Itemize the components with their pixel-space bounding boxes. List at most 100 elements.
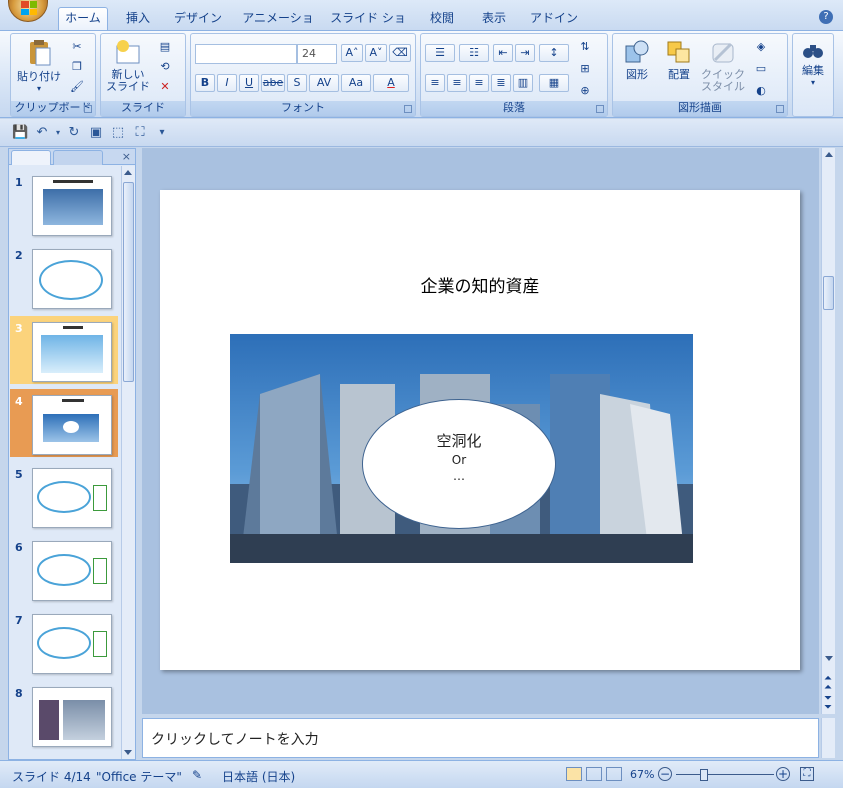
shadow-button[interactable]: S <box>287 74 307 92</box>
scroll-thumb[interactable] <box>123 182 134 382</box>
slide-title[interactable]: 企業の知的資産 <box>160 272 800 297</box>
copy-icon[interactable]: ❐ <box>67 58 87 76</box>
font-color-button[interactable]: A <box>373 74 409 92</box>
arrange-button[interactable]: 配置 <box>659 38 699 81</box>
slideshow-view-icon[interactable] <box>606 767 622 781</box>
tab-view[interactable]: 表示 <box>476 8 512 30</box>
notes-scrollbar[interactable] <box>821 718 835 758</box>
group-objects-icon[interactable]: ⛶ <box>132 125 148 141</box>
save-icon[interactable]: 💾 <box>12 125 28 141</box>
slide-thumb-4[interactable]: 4 <box>10 389 118 457</box>
help-icon[interactable]: ? <box>819 10 833 24</box>
text-direction-icon[interactable]: ⇅ <box>575 38 595 56</box>
font-name-field[interactable] <box>195 44 297 64</box>
change-case-button[interactable]: Aa <box>341 74 371 92</box>
slide-thumb-8[interactable]: 8 <box>10 681 118 749</box>
paste-button[interactable]: 貼り付け ▾ <box>17 38 61 95</box>
language-indicator[interactable]: 日本語 (日本) <box>222 768 295 785</box>
notes-pane[interactable]: クリックしてノートを入力 <box>142 718 819 758</box>
scroll-up-icon[interactable] <box>825 152 833 157</box>
strikethrough-button[interactable]: abe <box>261 74 285 92</box>
align-right-icon[interactable]: ≡ <box>469 74 489 92</box>
scroll-up-icon[interactable] <box>124 170 132 175</box>
align-left-icon[interactable]: ≡ <box>425 74 445 92</box>
shrink-font-icon[interactable]: A˅ <box>365 44 387 62</box>
slides-tab-icon[interactable] <box>11 150 51 165</box>
office-button[interactable] <box>8 0 48 22</box>
slide-thumb-3[interactable]: 3 <box>10 316 118 384</box>
close-panel-icon[interactable]: × <box>122 150 131 163</box>
spellcheck-icon[interactable]: ✎ <box>192 768 202 782</box>
distribute-icon[interactable]: ▥ <box>513 74 533 92</box>
editing-button[interactable]: 編集 ▾ <box>795 40 831 89</box>
undo-dropdown-icon[interactable]: ▾ <box>50 125 66 141</box>
quick-styles-button[interactable]: クイック スタイル <box>701 38 745 93</box>
textbox-icon[interactable]: ▣ <box>88 125 104 141</box>
line-spacing-icon[interactable]: ↕ <box>539 44 569 62</box>
theme-name[interactable]: "Office テーマ" <box>96 768 182 785</box>
cut-icon[interactable]: ✂ <box>67 38 87 56</box>
shape-outline-icon[interactable]: ▭ <box>751 60 771 78</box>
clear-format-icon[interactable]: ⌫ <box>389 44 411 62</box>
decrease-indent-icon[interactable]: ⇤ <box>493 44 513 62</box>
select-icon[interactable]: ⬚ <box>110 125 126 141</box>
slide-thumb-7[interactable]: 7 <box>10 608 118 676</box>
zoom-in-icon[interactable]: + <box>776 767 790 781</box>
delete-slide-icon[interactable]: ✕ <box>155 78 175 96</box>
tab-home[interactable]: ホーム <box>58 7 108 31</box>
bold-button[interactable]: B <box>195 74 215 92</box>
slide-thumb-5[interactable]: 5 <box>10 462 118 530</box>
shape-fill-icon[interactable]: ◈ <box>751 38 771 56</box>
italic-button[interactable]: I <box>217 74 237 92</box>
shape-effects-icon[interactable]: ◐ <box>751 82 771 100</box>
underline-button[interactable]: U <box>239 74 259 92</box>
grow-font-icon[interactable]: A˄ <box>341 44 363 62</box>
next-slide-icon[interactable]: ⏷ ⏷ <box>824 694 832 713</box>
customize-qat-icon[interactable]: ▾ <box>154 125 170 141</box>
tab-review[interactable]: 校閲 <box>424 8 460 30</box>
scroll-down-icon[interactable] <box>825 656 833 661</box>
align-text-icon[interactable]: ⊞ <box>575 60 595 78</box>
slide-sorter-icon[interactable] <box>586 767 602 781</box>
undo-icon[interactable]: ↶ <box>34 125 50 141</box>
layout-icon[interactable]: ▤ <box>155 38 175 56</box>
redo-icon[interactable]: ↻ <box>66 125 82 141</box>
tab-addins[interactable]: アドイン <box>528 8 580 30</box>
paragraph-launcher-icon[interactable] <box>596 105 604 113</box>
numbering-icon[interactable]: ☷ <box>459 44 489 62</box>
scroll-thumb[interactable] <box>823 276 834 310</box>
slide-editor-scrollbar[interactable]: ⏶ ⏶ ⏷ ⏷ <box>821 148 835 714</box>
tab-slideshow[interactable]: スライド ショー <box>330 8 406 45</box>
zoom-slider[interactable] <box>676 774 774 775</box>
format-painter-icon[interactable]: 🖌 <box>67 78 87 96</box>
reset-icon[interactable]: ⟲ <box>155 58 175 76</box>
increase-indent-icon[interactable]: ⇥ <box>515 44 535 62</box>
font-size-field[interactable]: 24 <box>297 44 337 64</box>
zoom-level[interactable]: 67% <box>630 768 654 781</box>
clipboard-launcher-icon[interactable] <box>84 105 92 113</box>
current-slide[interactable]: 企業の知的資産 空洞化 Or … <box>160 190 800 670</box>
smartart-icon[interactable]: ⊕ <box>575 82 595 100</box>
buildings-photo[interactable]: 空洞化 Or … <box>230 334 693 563</box>
justify-icon[interactable]: ≣ <box>491 74 511 92</box>
slide-thumb-1[interactable]: 1 <box>10 170 118 238</box>
tab-design[interactable]: デザイン <box>172 8 224 30</box>
shapes-button[interactable]: 図形 <box>617 38 657 81</box>
tab-insert[interactable]: 挿入 <box>120 8 156 30</box>
outline-tab-icon[interactable] <box>53 150 103 165</box>
normal-view-icon[interactable] <box>566 767 582 781</box>
slide-thumb-6[interactable]: 6 <box>10 535 118 603</box>
zoom-out-icon[interactable]: − <box>658 767 672 781</box>
previous-slide-icon[interactable]: ⏶ ⏶ <box>824 674 832 693</box>
slides-panel-scrollbar[interactable] <box>121 166 135 759</box>
new-slide-button[interactable]: 新しい スライド <box>105 38 151 93</box>
font-launcher-icon[interactable] <box>404 105 412 113</box>
char-spacing-button[interactable]: AV <box>309 74 339 92</box>
columns-icon[interactable]: ▦ <box>539 74 569 92</box>
align-center-icon[interactable]: ≡ <box>447 74 467 92</box>
bullets-icon[interactable]: ☰ <box>425 44 455 62</box>
tab-animation[interactable]: アニメーション <box>240 8 316 45</box>
scroll-down-icon[interactable] <box>124 750 132 755</box>
slide-thumb-2[interactable]: 2 <box>10 243 118 311</box>
drawing-launcher-icon[interactable] <box>776 105 784 113</box>
